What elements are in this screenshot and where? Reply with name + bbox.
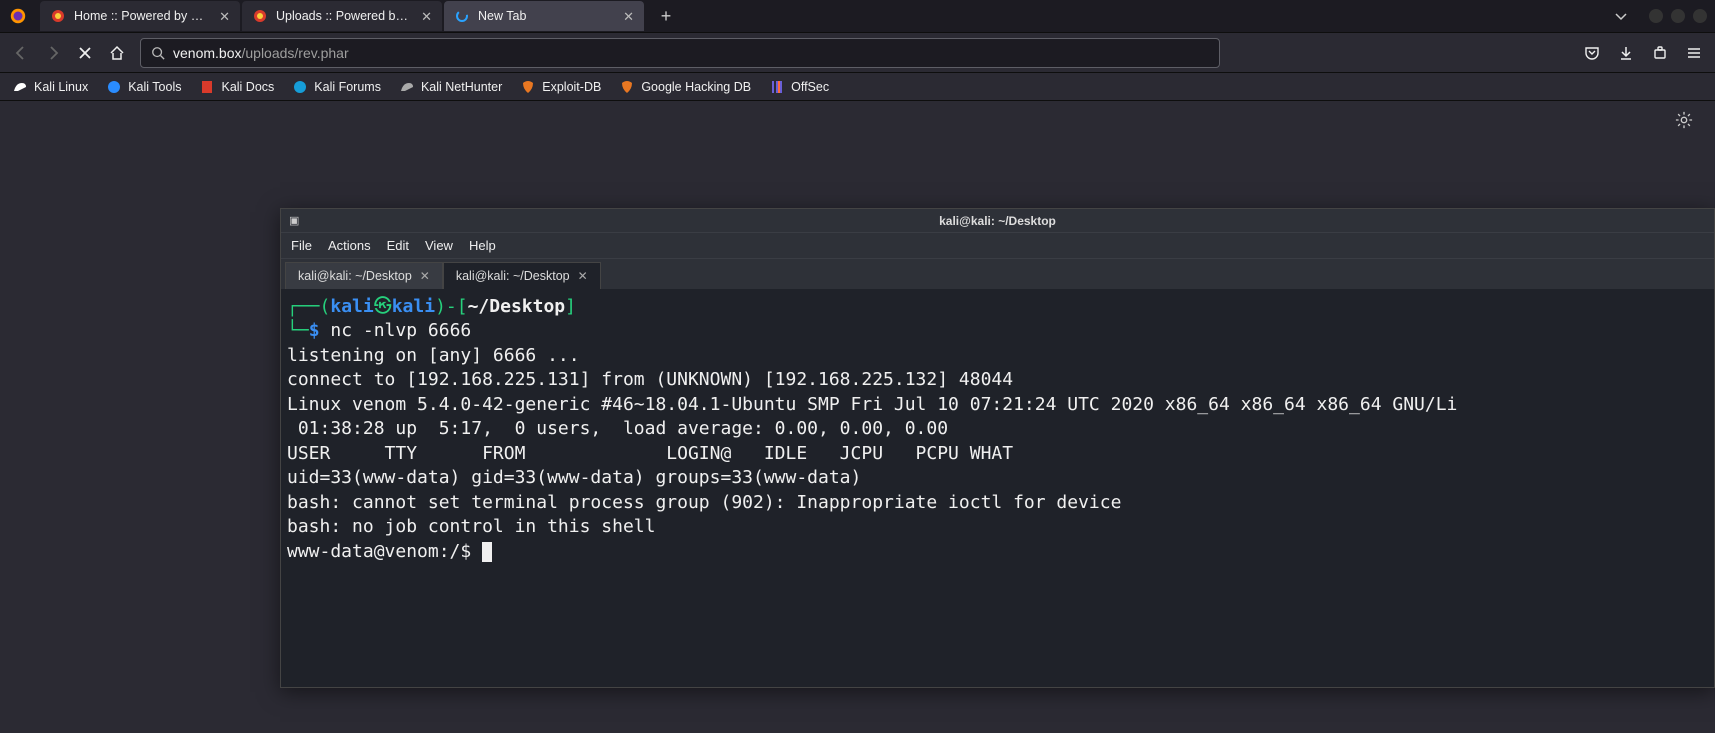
browser-tab-1[interactable]: Home :: Powered by Subri ✕ <box>40 1 240 31</box>
downloads-icon[interactable] <box>1617 44 1635 62</box>
terminal-icon: ▣ <box>289 214 299 227</box>
bookmark-ghdb[interactable]: Google Hacking DB <box>619 79 751 95</box>
loading-icon <box>454 8 470 24</box>
bookmark-kali-tools[interactable]: Kali Tools <box>106 79 181 95</box>
pocket-icon[interactable] <box>1583 44 1601 62</box>
bookmark-label: Exploit-DB <box>542 80 601 94</box>
terminal-titlebar[interactable]: ▣ kali@kali: ~/Desktop <box>281 209 1714 233</box>
bookmark-label: Kali NetHunter <box>421 80 502 94</box>
menu-icon[interactable] <box>1685 44 1703 62</box>
bookmark-label: Kali Tools <box>128 80 181 94</box>
home-button[interactable] <box>108 44 126 62</box>
bookmark-kali-forums[interactable]: Kali Forums <box>292 79 381 95</box>
terminal-tab-1[interactable]: kali@kali: ~/Desktop ✕ <box>285 262 443 289</box>
gear-icon[interactable] <box>1675 111 1693 129</box>
tab-label: New Tab <box>478 9 613 23</box>
new-tab-button[interactable]: + <box>652 2 680 30</box>
bookmark-label: Google Hacking DB <box>641 80 751 94</box>
bookmark-exploit-db[interactable]: Exploit-DB <box>520 79 601 95</box>
bookmarks-bar: Kali Linux Kali Tools Kali Docs Kali For… <box>0 73 1715 101</box>
favicon-icon <box>252 8 268 24</box>
firefox-icon <box>4 2 32 30</box>
menu-actions[interactable]: Actions <box>328 238 371 253</box>
terminal-tabs: kali@kali: ~/Desktop ✕ kali@kali: ~/Desk… <box>281 259 1714 289</box>
maximize-icon[interactable] <box>1671 9 1685 23</box>
close-icon[interactable]: ✕ <box>419 8 434 25</box>
bookmark-label: Kali Linux <box>34 80 88 94</box>
menu-view[interactable]: View <box>425 238 453 253</box>
close-icon[interactable]: ✕ <box>420 269 430 283</box>
minimize-icon[interactable] <box>1649 9 1663 23</box>
bookmark-kali-linux[interactable]: Kali Linux <box>12 79 88 95</box>
bookmark-label: Kali Docs <box>221 80 274 94</box>
exploit-db-icon <box>520 79 536 95</box>
terminal-tab-2[interactable]: kali@kali: ~/Desktop ✕ <box>443 262 601 289</box>
close-icon[interactable]: ✕ <box>578 269 588 283</box>
terminal-tab-label: kali@kali: ~/Desktop <box>456 269 570 283</box>
url-host: venom.box <box>173 45 241 61</box>
browser-nav-bar: venom.box/uploads/rev.phar <box>0 33 1715 73</box>
bookmark-label: OffSec <box>791 80 829 94</box>
bookmark-label: Kali Forums <box>314 80 381 94</box>
back-button[interactable] <box>12 44 30 62</box>
close-icon[interactable]: ✕ <box>621 8 636 25</box>
terminal-body[interactable]: ┌──(kali㉿kali)-[~/Desktop] └─$ nc -nlvp … <box>281 289 1714 687</box>
url-path: /uploads/rev.phar <box>241 45 348 61</box>
search-icon <box>151 46 165 60</box>
browser-tab-2[interactable]: Uploads :: Powered by Sul ✕ <box>242 1 442 31</box>
window-controls <box>1641 9 1715 23</box>
browser-tab-3[interactable]: New Tab ✕ <box>444 1 644 31</box>
browser-tab-bar: Home :: Powered by Subri ✕ Uploads :: Po… <box>0 0 1715 33</box>
url-text: venom.box/uploads/rev.phar <box>173 45 1209 61</box>
page-content: Firefox venom10.10.10.10192.168.22…addon… <box>0 101 1715 733</box>
tab-label: Uploads :: Powered by Sul <box>276 9 411 23</box>
forums-icon <box>292 79 308 95</box>
nethunter-icon <box>399 79 415 95</box>
terminal-menubar: File Actions Edit View Help <box>281 233 1714 259</box>
bookmark-offsec[interactable]: OffSec <box>769 79 829 95</box>
terminal-window: ▣ kali@kali: ~/Desktop File Actions Edit… <box>280 208 1715 688</box>
offsec-icon <box>769 79 785 95</box>
tab-label: Home :: Powered by Subri <box>74 9 209 23</box>
tab-overflow-button[interactable] <box>1607 2 1635 30</box>
close-icon[interactable]: ✕ <box>217 8 232 25</box>
terminal-title: kali@kali: ~/Desktop <box>939 214 1056 228</box>
menu-help[interactable]: Help <box>469 238 496 253</box>
extensions-icon[interactable] <box>1651 44 1669 62</box>
bookmark-kali-docs[interactable]: Kali Docs <box>199 79 274 95</box>
menu-edit[interactable]: Edit <box>387 238 409 253</box>
close-window-icon[interactable] <box>1693 9 1707 23</box>
forward-button[interactable] <box>44 44 62 62</box>
url-bar[interactable]: venom.box/uploads/rev.phar <box>140 38 1220 68</box>
bookmark-kali-nethunter[interactable]: Kali NetHunter <box>399 79 502 95</box>
menu-file[interactable]: File <box>291 238 312 253</box>
terminal-tab-label: kali@kali: ~/Desktop <box>298 269 412 283</box>
docs-icon <box>199 79 215 95</box>
dragon-icon <box>106 79 122 95</box>
ghdb-icon <box>619 79 635 95</box>
dragon-icon <box>12 79 28 95</box>
stop-button[interactable] <box>76 44 94 62</box>
favicon-icon <box>50 8 66 24</box>
